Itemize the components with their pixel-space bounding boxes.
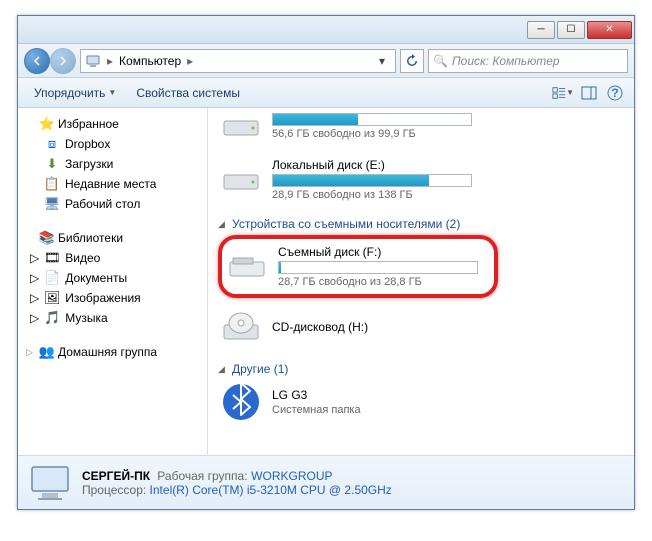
highlighted-drive: Съемный диск (F:) 28,7 ГБ свободно из 28…	[218, 235, 498, 298]
library-icon: 📚	[39, 230, 55, 246]
search-input[interactable]: Поиск: Компьютер	[428, 49, 628, 73]
maximize-button[interactable]: ☐	[557, 21, 585, 39]
homegroup-icon: 👥	[39, 344, 55, 360]
sidebar-item-documents[interactable]: ▷📄Документы	[18, 268, 207, 288]
capacity-bar	[278, 261, 478, 274]
content-pane: 56,6 ГБ свободно из 99,9 ГБ Локальный ди…	[208, 108, 634, 455]
computer-big-icon	[28, 461, 72, 505]
libraries-header[interactable]: 📚 Библиотеки	[18, 228, 207, 248]
breadcrumb-location[interactable]: Компьютер	[119, 54, 181, 68]
minimize-button[interactable]: ─	[527, 21, 555, 39]
drive-free-text: 28,7 ГБ свободно из 28,8 ГБ	[278, 276, 478, 288]
sidebar-item-desktop[interactable]: 🖥Рабочий стол	[18, 194, 207, 214]
forward-button[interactable]	[50, 48, 76, 74]
back-button[interactable]	[24, 48, 50, 74]
navigation-pane: ⭐ Избранное ⧈Dropbox ⬇Загрузки 📋Недавние…	[18, 108, 208, 455]
star-icon: ⭐	[39, 116, 55, 132]
collapse-icon: ◢	[218, 364, 228, 375]
drive-free-text: 28,9 ГБ свободно из 138 ГБ	[272, 189, 622, 201]
group-header-other[interactable]: ◢ Другие (1)	[218, 356, 624, 380]
drive-item-cd[interactable]: CD-дисковод (H:)	[218, 306, 624, 350]
image-icon: 🖼	[44, 290, 60, 306]
help-button[interactable]: ?	[604, 82, 626, 104]
music-icon: 🎵	[44, 310, 60, 326]
address-dropdown-icon[interactable]: ▾	[373, 54, 391, 68]
homegroup-header[interactable]: ▷ 👥 Домашняя группа	[18, 342, 207, 362]
expand-icon: ▷	[30, 291, 39, 305]
refresh-button[interactable]	[400, 49, 424, 73]
expand-icon: ▷	[30, 251, 39, 265]
svg-text:?: ?	[611, 86, 618, 100]
drive-item-f[interactable]: Съемный диск (F:) 28,7 ГБ свободно из 28…	[224, 241, 480, 292]
group-header-removable[interactable]: ◢ Устройства со съемными носителями (2)	[218, 211, 624, 235]
toolbar: Упорядочить ▼ Свойства системы ▼ ?	[18, 78, 634, 108]
sidebar-item-recent[interactable]: 📋Недавние места	[18, 174, 207, 194]
desktop-icon: 🖥	[44, 196, 60, 212]
sidebar-item-video[interactable]: ▷🎞Видео	[18, 248, 207, 268]
chevron-down-icon: ▼	[108, 88, 116, 97]
bluetooth-icon	[220, 384, 262, 420]
hdd-icon	[220, 162, 262, 198]
breadcrumb-separator: ▸	[105, 54, 115, 68]
refresh-icon	[405, 54, 419, 68]
drive-name: CD-дисковод (H:)	[272, 320, 622, 334]
device-sub: Системная папка	[272, 404, 622, 416]
sidebar-item-pictures[interactable]: ▷🖼Изображения	[18, 288, 207, 308]
organize-button[interactable]: Упорядочить ▼	[26, 82, 124, 104]
computer-icon	[85, 53, 101, 69]
arrow-left-icon	[32, 56, 42, 66]
drive-name: Съемный диск (F:)	[278, 245, 478, 259]
breadcrumb-separator: ▸	[185, 54, 195, 68]
preview-pane-button[interactable]	[578, 82, 600, 104]
sidebar-item-music[interactable]: ▷🎵Музыка	[18, 308, 207, 328]
details-pane: СЕРГЕЙ-ПК Рабочая группа: WORKGROUP Проц…	[18, 455, 634, 509]
capacity-bar	[272, 174, 472, 187]
expand-icon: ▷	[30, 311, 39, 325]
view-chooser-button[interactable]: ▼	[552, 82, 574, 104]
device-name: LG G3	[272, 388, 622, 402]
dropbox-icon: ⧈	[44, 136, 60, 152]
pane-icon	[581, 86, 597, 100]
close-button[interactable]: ✕	[587, 21, 632, 39]
chevron-right-icon: ▷	[26, 347, 36, 358]
workgroup-value: WORKGROUP	[251, 469, 332, 483]
titlebar: ─ ☐ ✕	[18, 16, 634, 44]
recent-icon: 📋	[44, 176, 60, 192]
drive-item-c[interactable]: 56,6 ГБ свободно из 99,9 ГБ	[218, 108, 624, 148]
capacity-bar	[272, 113, 472, 126]
computer-name: СЕРГЕЙ-ПК	[82, 469, 150, 483]
drive-item-e[interactable]: Локальный диск (E:) 28,9 ГБ свободно из …	[218, 154, 624, 205]
cd-drive-icon	[220, 310, 262, 346]
cpu-value: Intel(R) Core(TM) i5-3210M CPU @ 2.50GHz	[150, 483, 392, 497]
system-properties-button[interactable]: Свойства системы	[128, 82, 248, 104]
hdd-icon	[220, 108, 262, 144]
address-input[interactable]: ▸ Компьютер ▸ ▾	[80, 49, 396, 73]
arrow-right-icon	[58, 56, 68, 66]
address-bar: ▸ Компьютер ▸ ▾ Поиск: Компьютер	[18, 44, 634, 78]
help-icon: ?	[607, 85, 623, 101]
sidebar-item-downloads[interactable]: ⬇Загрузки	[18, 154, 207, 174]
search-placeholder: Поиск: Компьютер	[452, 54, 560, 68]
expand-icon: ▷	[30, 271, 39, 285]
video-icon: 🎞	[44, 250, 60, 266]
drive-free-text: 56,6 ГБ свободно из 99,9 ГБ	[272, 128, 622, 140]
download-icon: ⬇	[44, 156, 60, 172]
device-item-lg[interactable]: LG G3 Системная папка	[218, 380, 624, 424]
removable-drive-icon	[226, 249, 268, 285]
view-icon	[552, 86, 566, 100]
drive-name: Локальный диск (E:)	[272, 158, 622, 172]
explorer-window: ─ ☐ ✕ ▸ Компьютер ▸ ▾ Поиск: Компьюте	[17, 15, 635, 510]
chevron-down-icon: ▼	[566, 88, 574, 97]
document-icon: 📄	[44, 270, 60, 286]
sidebar-item-dropbox[interactable]: ⧈Dropbox	[18, 134, 207, 154]
collapse-icon: ◢	[218, 219, 228, 230]
favorites-header[interactable]: ⭐ Избранное	[18, 114, 207, 134]
details-text: СЕРГЕЙ-ПК Рабочая группа: WORKGROUP Проц…	[82, 468, 392, 497]
